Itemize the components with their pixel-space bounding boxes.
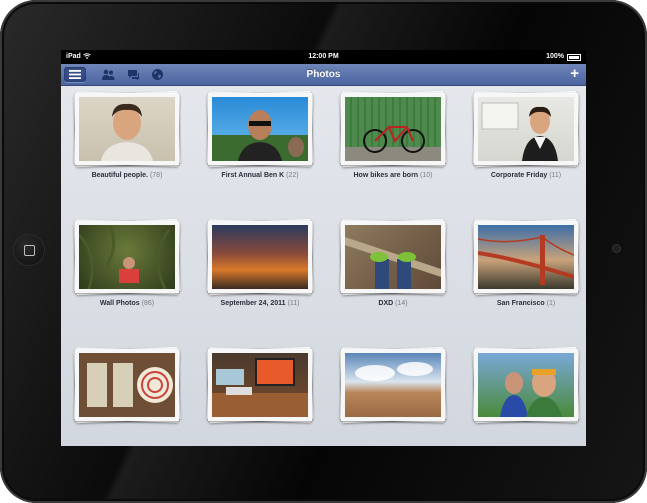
album-tile[interactable]: September 24, 2011 (11) [200,214,332,334]
nav-bar: Photos + [61,64,586,86]
album-caption: September 24, 2011 (11) [200,300,320,307]
album-name: Beautiful people. [91,172,148,179]
album-tile[interactable]: Corporate Friday (11) [466,86,586,206]
album-count: (78) [149,172,163,179]
album-tile[interactable]: Wall Photos (86) [67,214,199,334]
status-time: 12:00 PM [308,53,339,60]
home-button[interactable] [14,235,44,265]
front-camera [613,245,620,252]
album-cover[interactable] [208,221,312,293]
album-cover[interactable] [75,93,179,165]
album-count: (14) [395,300,408,307]
album-caption: Wall Photos (86) [67,300,187,307]
battery-percent: 100% [546,53,564,60]
album-caption: Beautiful people. (78) [67,172,187,179]
album-cover[interactable] [208,349,312,421]
album-count: (11) [549,172,562,179]
album-cover[interactable] [75,349,179,421]
album-cover[interactable] [341,221,445,293]
screen: iPad 12:00 PM 100% Photos + Beautiful pe… [61,50,586,446]
album-tile[interactable] [67,342,199,446]
album-name: First Annual Ben K [221,172,285,179]
album-count: (86) [141,300,155,307]
album-count: (10) [420,172,433,179]
album-tile[interactable] [466,342,586,446]
album-cover[interactable] [474,221,578,293]
album-tile[interactable]: Beautiful people. (78) [67,86,199,206]
album-name: Corporate Friday [490,172,548,179]
album-caption: First Annual Ben K (22) [200,172,320,179]
album-grid: Beautiful people. (78) First Annual Ben … [61,86,586,446]
battery-icon [567,53,581,61]
album-name: September 24, 2011 [220,300,286,307]
album-tile[interactable]: First Annual Ben K (22) [200,86,332,206]
album-cover[interactable] [474,349,578,421]
add-album-button[interactable]: + [570,66,579,81]
album-cover[interactable] [341,349,445,421]
album-caption: How bikes are born (10) [333,172,453,179]
album-tile[interactable] [200,342,332,446]
album-tile[interactable] [333,342,465,446]
album-name: DXD [378,300,394,307]
status-bar: iPad 12:00 PM 100% [61,50,586,64]
page-title: Photos [306,69,341,80]
ipad-frame: iPad 12:00 PM 100% Photos + Beautiful pe… [0,0,647,503]
album-tile[interactable]: How bikes are born (10) [333,86,465,206]
album-name: San Francisco [496,300,545,307]
album-cover[interactable] [474,93,578,165]
album-tile[interactable]: San Francisco (1) [466,214,586,334]
album-count: (11) [287,300,300,307]
album-tile[interactable]: DXD (14) [333,214,465,334]
album-count: (1) [546,300,556,307]
album-cover[interactable] [208,93,312,165]
album-cover[interactable] [341,93,445,165]
album-name: Wall Photos [99,300,140,307]
album-count: (22) [286,172,299,179]
home-square-icon [24,245,35,256]
battery-indicator: 100% [546,50,581,64]
album-name: How bikes are born [353,172,419,179]
album-caption: San Francisco (1) [466,300,586,307]
album-caption: DXD (14) [333,300,453,307]
album-caption: Corporate Friday (11) [466,172,586,179]
album-cover[interactable] [75,221,179,293]
